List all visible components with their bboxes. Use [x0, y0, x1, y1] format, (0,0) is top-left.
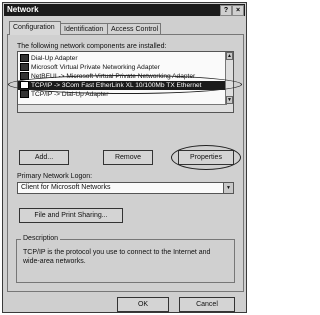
network-dialog: Network ? × Configuration Identification…: [2, 2, 247, 313]
components-label: The following network components are ins…: [17, 43, 167, 50]
properties-button[interactable]: Properties: [178, 150, 234, 165]
protocol-icon: [20, 90, 29, 99]
protocol-icon: [20, 81, 29, 90]
chevron-down-icon[interactable]: ▼: [223, 183, 233, 193]
description-title: Description: [21, 235, 61, 242]
add-button[interactable]: Add...: [19, 150, 69, 165]
network-adapter-icon: [20, 63, 29, 72]
logon-label: Primary Network Logon:: [17, 173, 93, 180]
window-title: Network: [7, 5, 39, 14]
list-item[interactable]: NetBEUI -> Microsoft Virtual Private Net…: [18, 72, 227, 81]
ok-button[interactable]: OK: [117, 297, 169, 312]
vertical-scrollbar[interactable]: ▲ ▼: [225, 52, 233, 112]
component-label: TCP/IP -> 3Com Fast EtherLink XL 10/100M…: [31, 82, 202, 89]
horizontal-scrollbar[interactable]: [18, 104, 227, 112]
protocol-icon: [20, 72, 29, 81]
description-text: TCP/IP is the protocol you use to connec…: [23, 249, 211, 265]
logon-value: Client for Microsoft Networks: [21, 184, 111, 191]
list-item-selected[interactable]: TCP/IP -> 3Com Fast EtherLink XL 10/100M…: [18, 81, 227, 90]
list-item[interactable]: Dial-Up Adapter: [18, 54, 227, 63]
component-label: TCP/IP -> Dial-Up Adapter: [31, 91, 109, 98]
component-label: NetBEUI -> Microsoft Virtual Private Net…: [31, 73, 196, 80]
network-adapter-icon: [20, 54, 29, 63]
cancel-button[interactable]: Cancel: [179, 297, 235, 312]
components-list[interactable]: Dial-Up Adapter Microsoft Virtual Privat…: [17, 51, 234, 113]
component-label: Microsoft Virtual Private Networking Ada…: [31, 64, 160, 71]
help-button[interactable]: ?: [220, 5, 232, 16]
component-label: Dial-Up Adapter: [31, 55, 78, 62]
tab-access-control[interactable]: Access Control: [107, 23, 161, 34]
tab-identification[interactable]: Identification: [60, 23, 108, 34]
title-bar: Network ? ×: [4, 4, 245, 16]
close-button[interactable]: ×: [232, 5, 244, 16]
tab-configuration[interactable]: Configuration: [9, 21, 61, 35]
list-item[interactable]: Microsoft Virtual Private Networking Ada…: [18, 63, 227, 72]
scroll-up-icon[interactable]: ▲: [226, 52, 233, 60]
description-group: Description TCP/IP is the protocol you u…: [16, 235, 235, 283]
primary-logon-select[interactable]: Client for Microsoft Networks ▼: [17, 182, 234, 194]
remove-button[interactable]: Remove: [103, 150, 153, 165]
file-print-sharing-button[interactable]: File and Print Sharing...: [19, 208, 123, 223]
list-item[interactable]: TCP/IP -> Dial-Up Adapter: [18, 90, 227, 99]
scroll-down-icon[interactable]: ▼: [226, 96, 233, 104]
